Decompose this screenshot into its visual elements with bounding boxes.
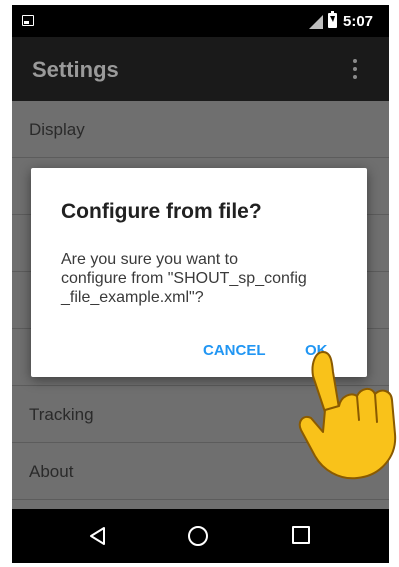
notification-icon xyxy=(22,15,34,26)
dialog-message-line: Are you sure you want to xyxy=(61,251,238,268)
recents-icon[interactable] xyxy=(292,526,310,544)
dialog-message-line: _file_example.xml"? xyxy=(61,289,204,306)
back-icon[interactable] xyxy=(88,526,108,546)
app-toolbar: Settings xyxy=(12,37,389,101)
pointing-hand-icon xyxy=(298,351,397,480)
settings-item-label: About xyxy=(29,462,74,481)
dot xyxy=(353,75,357,79)
more-vert-icon[interactable] xyxy=(352,59,358,79)
battery-charging-icon xyxy=(328,11,337,28)
home-icon[interactable] xyxy=(188,526,208,546)
dialog-title: Configure from file? xyxy=(61,200,262,223)
signal-icon xyxy=(309,15,323,29)
settings-item-label: Display xyxy=(29,120,85,139)
settings-item-label: Tracking xyxy=(29,405,94,424)
dialog-message: Are you sure you want to configure from … xyxy=(61,250,351,307)
cancel-button[interactable]: CANCEL xyxy=(203,342,266,359)
dialog-message-line: configure from "SHOUT_sp_config xyxy=(61,270,307,287)
dot xyxy=(353,59,357,63)
dot xyxy=(353,67,357,71)
status-bar: 5:07 xyxy=(12,5,389,37)
settings-item-display[interactable]: Display xyxy=(12,101,389,158)
status-time: 5:07 xyxy=(343,13,374,30)
page-title: Settings xyxy=(32,57,119,82)
navigation-bar xyxy=(12,509,389,563)
